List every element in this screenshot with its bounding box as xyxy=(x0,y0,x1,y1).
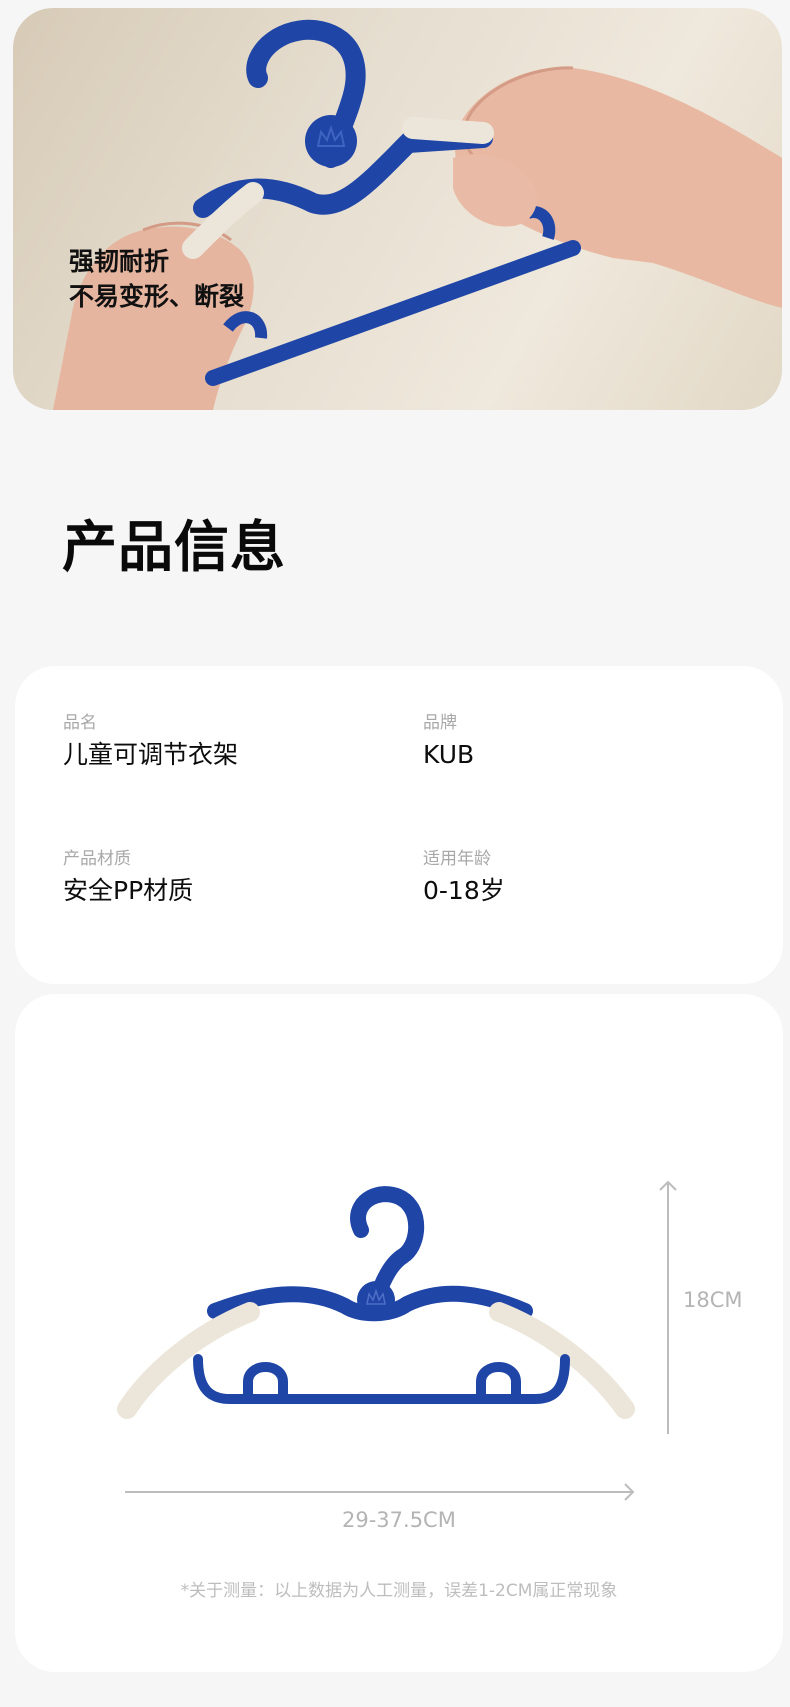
hero-caption: 强韧耐折 不易变形、断裂 xyxy=(69,244,244,314)
hanger-knob xyxy=(357,1281,395,1319)
info-item-material: 产品材质 安全PP材质 xyxy=(63,848,193,908)
info-label: 品牌 xyxy=(423,713,457,733)
info-item-name: 品名 儿童可调节衣架 xyxy=(63,712,238,772)
hero-photo: 强韧耐折 不易变形、断裂 xyxy=(13,8,782,410)
measurement-note: *关于测量：以上数据为人工测量，误差1-2CM属正常现象 xyxy=(180,1581,618,1601)
hanger-bending-illustration xyxy=(53,19,782,410)
info-value: 0-18岁 xyxy=(423,876,505,905)
height-dimension-label: 18CM xyxy=(683,1288,743,1312)
info-value: 安全PP材质 xyxy=(63,876,194,905)
width-dimension-label: 29-37.5CM xyxy=(342,1508,456,1532)
info-item-age: 适用年龄 0-18岁 xyxy=(423,848,505,908)
hero-caption-line2: 不易变形、断裂 xyxy=(69,282,245,311)
info-value: KUB xyxy=(423,740,475,769)
hero-caption-line1: 强韧耐折 xyxy=(69,247,170,276)
info-item-brand: 品牌 KUB xyxy=(423,712,474,772)
hanger-dimension-diagram xyxy=(117,1180,677,1501)
info-value: 儿童可调节衣架 xyxy=(63,740,239,769)
info-label: 品名 xyxy=(63,713,97,733)
product-detail-page: 强韧耐折 不易变形、断裂 产品信息 品名 儿童可调节衣架 品牌 KUB 产品材质… xyxy=(0,0,790,1707)
dimension-card: 18CM 29-37.5CM *关于测量：以上数据为人工测量，误差1-2CM属正… xyxy=(15,994,783,1672)
info-label: 产品材质 xyxy=(63,849,131,869)
info-label: 适用年龄 xyxy=(423,849,491,869)
product-info-card: 品名 儿童可调节衣架 品牌 KUB 产品材质 安全PP材质 适用年龄 0-18岁 xyxy=(15,666,783,984)
section-title: 产品信息 xyxy=(62,515,287,579)
